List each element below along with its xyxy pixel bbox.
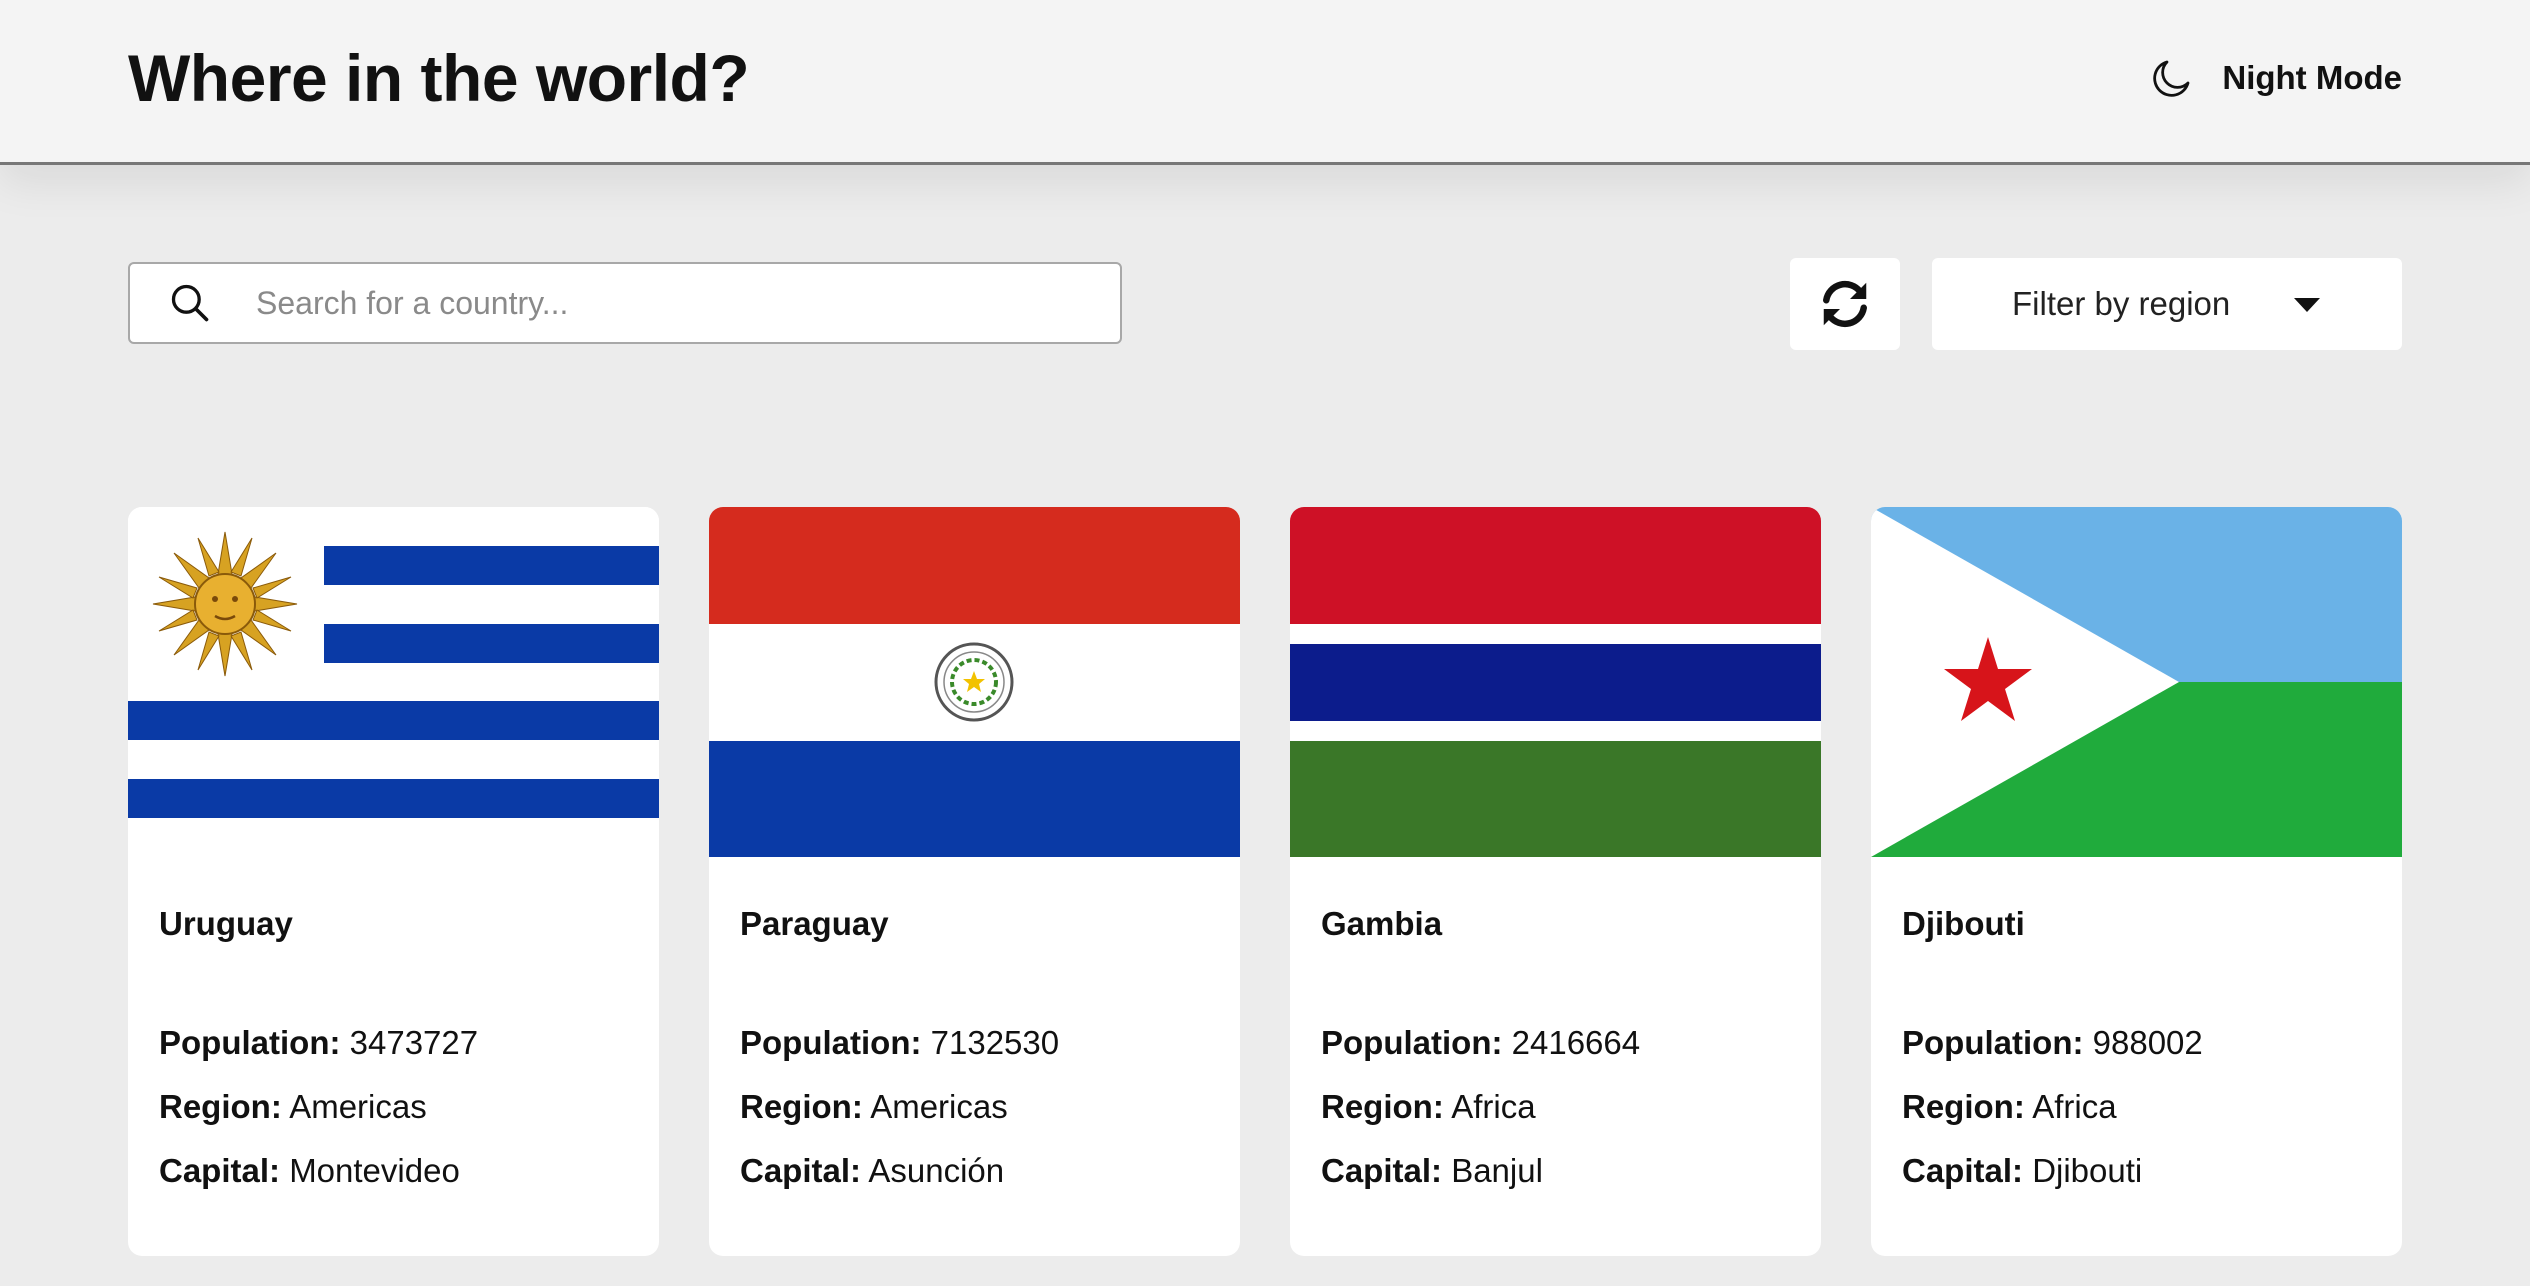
region-filter-dropdown[interactable]: Filter by region [1932,258,2402,350]
population-value: 7132530 [930,1024,1060,1061]
country-card-djibouti[interactable]: Djibouti Population: 988002 Region: Afri… [1871,507,2402,1256]
country-name: Gambia [1321,905,1443,942]
search-icon [171,284,209,322]
region-row: Region: Africa [1321,1075,1640,1139]
paraguay-flag [709,507,1240,857]
region-label: Region: [740,1088,863,1125]
gambia-flag [1290,507,1821,857]
country-name: Uruguay [159,905,293,942]
region-row: Region: Americas [740,1075,1059,1139]
refresh-button[interactable] [1790,258,1900,350]
page-title: Where in the world? [128,41,750,115]
capital-row: Capital: Montevideo [159,1139,478,1203]
capital-value: Asunción [868,1152,1005,1189]
population-label: Population: [740,1024,922,1061]
capital-row: Capital: Asunción [740,1139,1059,1203]
capital-row: Capital: Banjul [1321,1139,1640,1203]
capital-value: Banjul [1451,1152,1543,1189]
country-card-paraguay[interactable]: Paraguay Population: 7132530 Region: Ame… [709,507,1240,1256]
region-value: Africa [1451,1088,1536,1125]
country-card-gambia[interactable]: Gambia Population: 2416664 Region: Afric… [1290,507,1821,1256]
region-label: Region: [1902,1088,2025,1125]
moon-icon [2153,60,2190,97]
population-row: Population: 7132530 [740,1011,1059,1075]
filter-label: Filter by region [2012,285,2231,322]
card-details: Uruguay Population: 3473727 Region: Amer… [159,905,478,1203]
region-row: Region: Africa [1902,1075,2203,1139]
djibouti-flag [1871,507,2402,857]
region-value: Americas [870,1088,1008,1125]
capital-label: Capital: [159,1152,281,1189]
search-box[interactable] [128,262,1122,344]
caret-down-icon [2294,298,2320,312]
capital-row: Capital: Djibouti [1902,1139,2203,1203]
region-value: Americas [289,1088,427,1125]
refresh-icon [1823,280,1867,328]
uruguay-flag [128,507,659,857]
card-details: Gambia Population: 2416664 Region: Afric… [1321,905,1640,1203]
population-value: 2416664 [1511,1024,1641,1061]
card-details: Djibouti Population: 988002 Region: Afri… [1902,905,2203,1203]
region-value: Africa [2032,1088,2117,1125]
capital-value: Djibouti [2032,1152,2143,1189]
site-header: Where in the world? Night Mode [0,0,2530,165]
population-value: 3473727 [349,1024,479,1061]
population-label: Population: [159,1024,341,1061]
capital-label: Capital: [740,1152,862,1189]
population-label: Population: [1321,1024,1503,1061]
country-name: Paraguay [740,905,889,942]
capital-label: Capital: [1321,1152,1443,1189]
population-value: 988002 [2092,1024,2203,1061]
card-details: Paraguay Population: 7132530 Region: Ame… [740,905,1059,1203]
capital-label: Capital: [1902,1152,2024,1189]
population-row: Population: 988002 [1902,1011,2203,1075]
capital-value: Montevideo [289,1152,460,1189]
region-label: Region: [159,1088,282,1125]
region-label: Region: [1321,1088,1444,1125]
country-card-uruguay[interactable]: Uruguay Population: 3473727 Region: Amer… [128,507,659,1256]
night-mode-toggle[interactable]: Night Mode [2148,54,2402,102]
search-input[interactable] [254,283,1120,323]
population-row: Population: 2416664 [1321,1011,1640,1075]
night-mode-label: Night Mode [2222,59,2402,96]
country-name: Djibouti [1902,905,2025,942]
region-row: Region: Americas [159,1075,478,1139]
population-label: Population: [1902,1024,2084,1061]
population-row: Population: 3473727 [159,1011,478,1075]
